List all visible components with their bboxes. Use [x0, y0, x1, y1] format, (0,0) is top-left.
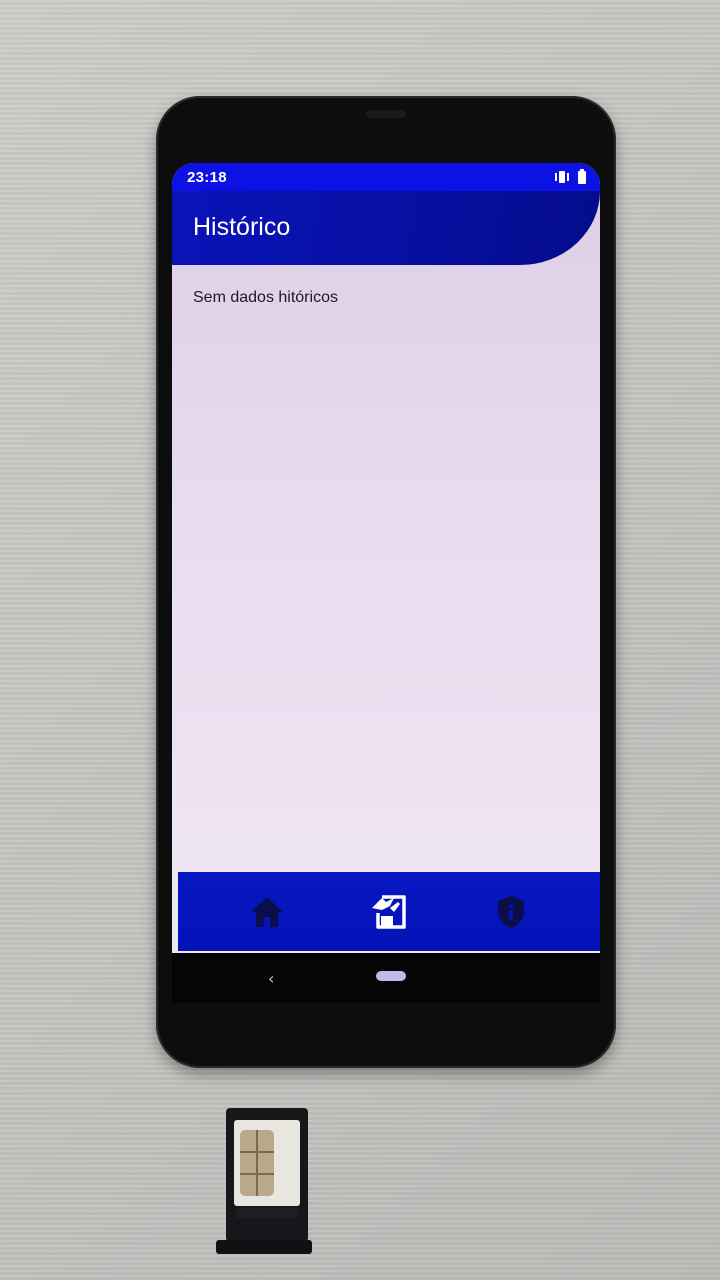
nav-history[interactable]	[359, 887, 419, 937]
battery-icon	[578, 168, 586, 184]
home-icon	[251, 896, 283, 927]
nav-home[interactable]	[237, 887, 297, 937]
nav-info[interactable]	[481, 887, 541, 937]
system-navigation-bar: ‹	[172, 953, 600, 1003]
status-icons	[554, 168, 586, 184]
empty-state-message: Sem dados hitóricos	[193, 289, 338, 306]
sim-tray	[216, 1108, 312, 1254]
status-bar: 23:18	[172, 163, 600, 191]
app-bar: Histórico	[172, 191, 600, 265]
back-icon[interactable]: ‹	[268, 969, 274, 988]
sim-card-history-icon	[372, 894, 406, 929]
shield-info-icon	[498, 895, 524, 928]
vibrate-icon	[554, 170, 570, 184]
status-time: 23:18	[187, 168, 227, 186]
earpiece	[366, 110, 406, 118]
bottom-navigation	[178, 872, 600, 951]
page-title: Histórico	[193, 213, 291, 241]
home-pill[interactable]	[376, 971, 406, 981]
phone-screen: 23:18 Histórico Sem dados hitóricos	[172, 163, 600, 953]
